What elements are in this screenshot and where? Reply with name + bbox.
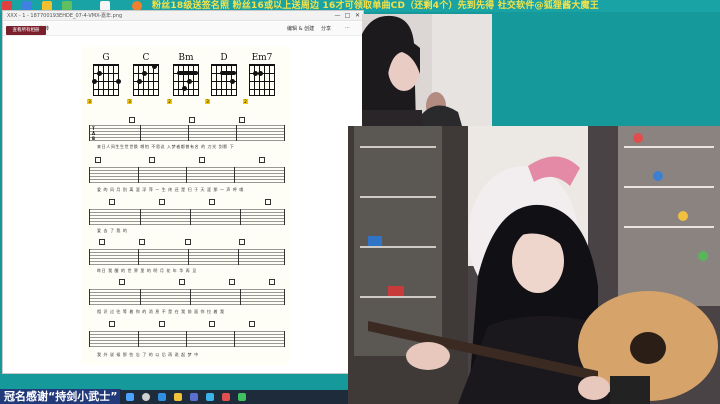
window-title: XXX - 1 - 187700193EHDE_07-4-VMX-嘉年.png: [7, 13, 123, 19]
chord-grid: 2: [167, 64, 199, 104]
chord-diagram: Bm 2: [167, 53, 199, 104]
tab-staff: [89, 289, 285, 305]
webcam-main-image: [348, 126, 720, 404]
guitar-tab-sheet: G 3 C 3 Bm 2 D 3 Em7 2 T A B 来日人间生生世世换 哪…: [81, 47, 289, 365]
barre-mark: [220, 71, 236, 75]
tab-system: 昨日 我 醒 的 世 界 里 的 明 月 花 年 华 再 见: [89, 239, 285, 275]
store-icon[interactable]: [190, 393, 198, 401]
mail-icon[interactable]: [206, 393, 214, 401]
tab-clef: T A B: [92, 126, 96, 141]
chord-name: Bm: [178, 53, 194, 63]
chord-grid: 3: [127, 64, 159, 104]
tab-system: 相 识 过 往 等 着 你 的 消 息 不 是 在 我 前 面 你 拉 着 我: [89, 279, 285, 317]
tab-staff: [89, 167, 285, 183]
tab-system: 我 外 说 候 那 些 忘 了 的 以 后 再 说 起 梦 中: [89, 321, 285, 361]
edit-create-button[interactable]: 编辑 & 创建: [287, 25, 314, 32]
tab-staff: [89, 209, 285, 225]
finger-dot: [142, 71, 147, 76]
lyric-line: 爱 去 了 我 的: [97, 228, 128, 233]
folder-icon[interactable]: [174, 393, 182, 401]
webcam-inset: [362, 14, 492, 126]
title-bar: XXX - 1 - 187700193EHDE_07-4-VMX-嘉年.png …: [3, 11, 363, 21]
finger-dot: [92, 79, 97, 84]
chord-grid: 2: [243, 64, 275, 104]
tab-staff: T A B: [89, 125, 285, 141]
lyric-line: 昨日 我 醒 的 世 界 里 的 明 月 花 年 华 再 见: [97, 268, 197, 273]
webcam-main: [348, 126, 720, 404]
start-icon[interactable]: [126, 393, 134, 401]
minimize-button[interactable]: —: [333, 12, 342, 20]
finger-dot: [152, 64, 157, 69]
chord-grid: 3: [205, 64, 237, 104]
lyric-line: 来日人间生生世世换 哪怕 不思议 入梦者都曾有名 的 刀光 剑影 下: [97, 144, 235, 149]
fret-marker: 2: [243, 99, 248, 104]
chord-grid: 3: [87, 64, 121, 104]
finger-dot: [187, 79, 192, 84]
viewer-toolbar: 旋转 编辑 & 创建 分享 ···: [3, 22, 363, 36]
finger-dot: [258, 71, 263, 76]
chord-diagram: G 3: [87, 53, 121, 104]
tab-system: 爱 的 风 月 别 离 涯 浮 萍 一 生 终 还 是 归 于 天 涯 那 一 …: [89, 157, 285, 195]
tab-system: 爱 去 了 我 的: [89, 199, 285, 235]
browser-icon[interactable]: [158, 393, 166, 401]
lyric-line: 我 外 说 候 那 些 忘 了 的 以 后 再 说 起 梦 中: [97, 352, 199, 357]
finger-dot: [182, 86, 187, 91]
webcam-inset-image: [362, 14, 492, 126]
chord-diagram: C 3: [127, 53, 159, 104]
tab-staff: [89, 249, 285, 265]
fret-marker: 2: [167, 99, 172, 104]
maximize-button[interactable]: □: [343, 12, 352, 20]
finger-dot: [137, 79, 142, 84]
finger-dot: [116, 79, 121, 84]
share-button[interactable]: 分享: [321, 25, 331, 32]
fret-marker: 3: [87, 99, 92, 104]
lyric-line: 爱 的 风 月 别 离 涯 浮 萍 一 生 终 还 是 归 于 天 涯 那 一 …: [97, 187, 244, 192]
chord-name: C: [142, 53, 150, 63]
search-icon[interactable]: [142, 393, 150, 401]
lyric-line: 相 识 过 往 等 着 你 的 消 息 不 是 在 我 前 面 你 拉 着 我: [97, 309, 225, 314]
barre-mark: [177, 71, 198, 75]
finger-dot: [230, 79, 235, 84]
taskbar: [120, 390, 348, 404]
fret-marker: 3: [205, 99, 210, 104]
chord-name: G: [102, 53, 110, 63]
sponsor-banner: 冠名感谢“持剑小武士”: [0, 389, 122, 404]
tab-staff: [89, 331, 285, 347]
fret-marker: 3: [127, 99, 132, 104]
chord-name: D: [220, 53, 228, 63]
image-viewer-window: XXX - 1 - 187700193EHDE_07-4-VMX-嘉年.png …: [2, 10, 364, 374]
chord-name: Em7: [251, 53, 273, 63]
chord-diagram: D 3: [205, 53, 237, 104]
more-button[interactable]: ···: [345, 25, 350, 31]
music-icon[interactable]: [222, 393, 230, 401]
finger-dot: [97, 71, 102, 76]
view-all-albums-button[interactable]: 查看所有相册: [6, 26, 46, 35]
chat-icon[interactable]: [238, 393, 246, 401]
close-button[interactable]: ✕: [353, 12, 362, 20]
tab-system: T A B 来日人间生生世世换 哪怕 不思议 入梦者都曾有名 的 刀光 剑影 下: [89, 117, 285, 151]
chord-diagram: Em7 2: [243, 53, 275, 104]
